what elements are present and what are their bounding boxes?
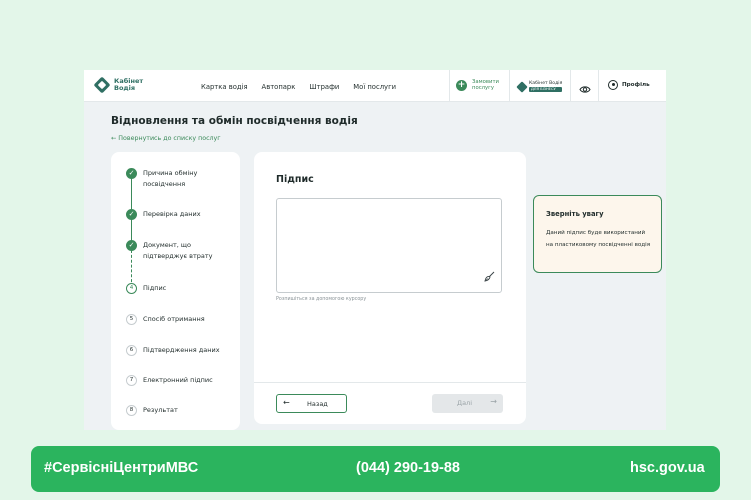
arrow-right-icon: → bbox=[490, 397, 497, 406]
nav-my-services[interactable]: Мої послуги bbox=[353, 83, 396, 91]
step-label: Спосіб отримання bbox=[143, 315, 205, 323]
step-number: 5 bbox=[126, 314, 137, 325]
user-icon bbox=[608, 80, 618, 90]
nav-fleet[interactable]: Автопарк bbox=[262, 83, 296, 91]
footer-divider bbox=[254, 382, 526, 383]
step-item: 6 Підтвердження даних bbox=[126, 345, 221, 356]
arrow-left-icon: ← bbox=[283, 398, 290, 407]
business-logo-icon bbox=[516, 80, 528, 93]
step-label: Підтвердження даних bbox=[143, 346, 220, 354]
business-cabinet-link[interactable]: Кабінет Водія ДЛЯ БІЗНЕСУ bbox=[516, 80, 563, 93]
business-badge: ДЛЯ БІЗНЕСУ bbox=[529, 87, 563, 92]
step-label: Підпис bbox=[143, 284, 167, 292]
signature-hint: Розпишіться за допомогою курсору bbox=[276, 297, 367, 302]
notice-body: Даний підпис буде використаний на пласти… bbox=[546, 230, 651, 248]
app-logo[interactable]: Кабінет Водія bbox=[93, 76, 144, 94]
step-label: Причина обміну посвідчення bbox=[143, 169, 198, 188]
step-number: 8 bbox=[126, 405, 137, 416]
eye-icon[interactable] bbox=[579, 80, 591, 99]
order-service-button[interactable]: + Замовити послугу bbox=[456, 79, 504, 91]
step-number: 6 bbox=[126, 345, 137, 356]
banner-site: hsc.gov.ua bbox=[630, 460, 705, 476]
step-item: 7 Електронний підпис bbox=[126, 375, 221, 386]
step-item-current: 4 Підпис bbox=[126, 283, 221, 294]
banner-hashtag: #СервісніЦентриМВС bbox=[44, 460, 199, 476]
next-button[interactable]: Далі → bbox=[432, 394, 503, 413]
profile-label: Профіль bbox=[622, 82, 650, 88]
app-window: Кабінет Водія Картка водія Автопарк Штра… bbox=[84, 70, 666, 430]
step-check-icon: ✓ bbox=[126, 209, 137, 220]
page-title: Відновлення та обмін посвідчення водія bbox=[111, 115, 358, 127]
clear-brush-icon[interactable] bbox=[484, 267, 495, 286]
step-label: Результат bbox=[143, 406, 178, 414]
back-button-label: Назад bbox=[307, 400, 328, 408]
step-item: ✓ Документ, що підтверджує втрату bbox=[126, 240, 221, 262]
nav-divider bbox=[570, 70, 571, 102]
step-label: Електронний підпис bbox=[143, 376, 213, 384]
signature-form: Підпис Розпишіться за допомогою курсору … bbox=[254, 152, 526, 424]
back-to-services-link[interactable]: ← Повернутись до списку послуг bbox=[111, 135, 221, 142]
step-item: 8 Результат bbox=[126, 405, 221, 416]
nav-divider bbox=[449, 70, 450, 102]
notice-box: Зверніть увагу Даний підпис буде викорис… bbox=[533, 195, 662, 273]
order-service-label: Замовити послугу bbox=[472, 79, 499, 91]
logo-text: Кабінет Водія bbox=[114, 77, 144, 92]
nav-fines[interactable]: Штрафи bbox=[309, 83, 339, 91]
footer-banner: #СервісніЦентриМВС (044) 290-19-88 hsc.g… bbox=[31, 446, 720, 492]
step-item: ✓ Причина обміну посвідчення bbox=[126, 168, 221, 190]
banner-phone: (044) 290-19-88 bbox=[356, 460, 460, 476]
back-button[interactable]: ← Назад bbox=[276, 394, 347, 413]
next-button-label: Далі bbox=[457, 399, 473, 407]
nav-divider bbox=[598, 70, 599, 102]
logo-icon bbox=[93, 76, 111, 94]
plus-icon: + bbox=[456, 79, 467, 91]
main-nav: Картка водія Автопарк Штрафи Мої послуги bbox=[201, 83, 396, 91]
notice-title: Зверніть увагу bbox=[546, 210, 604, 218]
top-navigation: Кабінет Водія Картка водія Автопарк Штра… bbox=[84, 70, 666, 102]
business-logo-text: Кабінет Водія bbox=[529, 81, 563, 86]
step-item: 5 Спосіб отримання bbox=[126, 314, 221, 325]
form-title: Підпис bbox=[276, 174, 314, 185]
step-label: Документ, що підтверджує втрату bbox=[143, 241, 213, 260]
step-item: ✓ Перевірка даних bbox=[126, 209, 221, 220]
profile-button[interactable]: Профіль bbox=[608, 80, 650, 90]
step-check-icon: ✓ bbox=[126, 168, 137, 179]
stepper: ✓ Причина обміну посвідчення ✓ Перевірка… bbox=[111, 152, 240, 430]
signature-pad[interactable] bbox=[276, 198, 502, 293]
step-number: 7 bbox=[126, 375, 137, 386]
nav-driver-card[interactable]: Картка водія bbox=[201, 83, 248, 91]
step-number: 4 bbox=[126, 283, 137, 294]
nav-divider bbox=[509, 70, 510, 102]
step-check-icon: ✓ bbox=[126, 240, 137, 251]
business-logo-text-wrap: Кабінет Водія ДЛЯ БІЗНЕСУ bbox=[529, 81, 563, 92]
step-label: Перевірка даних bbox=[143, 210, 201, 218]
